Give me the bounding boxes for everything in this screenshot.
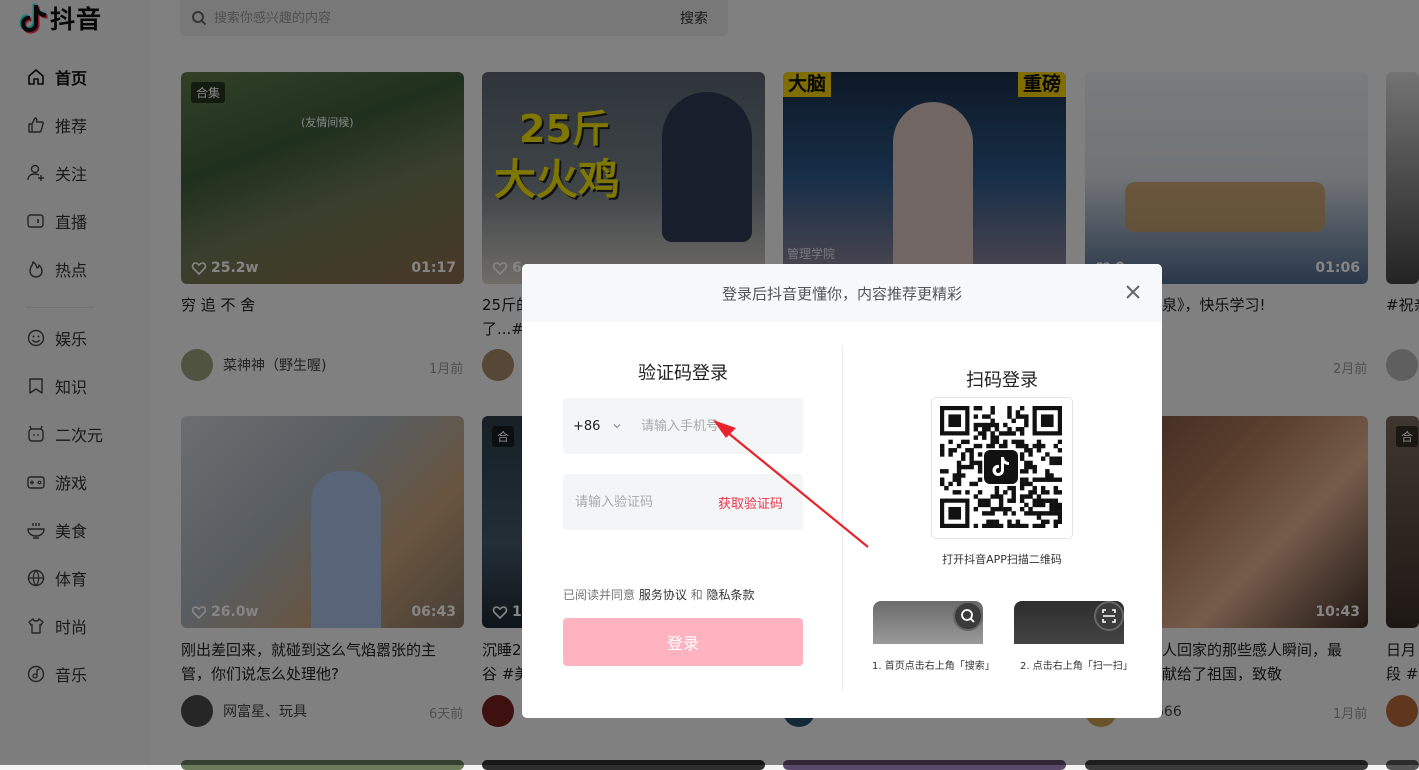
qr-caption: 打开抖音APP扫描二维码	[942, 553, 1062, 566]
modal-header-text: 登录后抖音更懂你，内容推荐更精彩	[721, 284, 962, 303]
qr-code[interactable]	[931, 397, 1073, 539]
login-button[interactable]: 登录	[563, 618, 803, 666]
scan-icon	[1094, 601, 1124, 631]
step2-caption: 2. 点击右上角「扫一扫」	[1020, 661, 1133, 672]
step2-phone-image	[1014, 601, 1124, 644]
get-code-button[interactable]: 获取验证码	[718, 493, 783, 512]
phone-field: +86	[563, 398, 803, 454]
login-modal: 登录后抖音更懂你，内容推荐更精彩 验证码登录 +86 获取验证码 已阅读并同意 …	[522, 264, 1162, 718]
step1-phone-image	[873, 601, 983, 644]
agreement-and: 和	[690, 588, 703, 602]
step1-caption: 1. 首页点击右上角「搜索」	[872, 661, 995, 672]
agreement-prefix: 已阅读并同意	[563, 588, 636, 602]
modal-divider	[842, 346, 843, 691]
country-code-select[interactable]: +86	[573, 419, 627, 434]
sms-login-title: 验证码登录	[638, 363, 728, 384]
privacy-link[interactable]: 隐私条款	[707, 588, 755, 602]
phone-input[interactable]	[639, 417, 793, 435]
modal-header: 登录后抖音更懂你，内容推荐更精彩	[522, 264, 1162, 322]
qr-login-title: 扫码登录	[966, 370, 1038, 391]
search-icon	[953, 601, 983, 631]
qr-code-image	[940, 406, 1062, 528]
verification-code-input[interactable]	[573, 493, 697, 511]
agreement-text: 已阅读并同意 服务协议 和 隐私条款	[563, 586, 755, 603]
code-field: 获取验证码	[563, 474, 803, 530]
service-agreement-link[interactable]: 服务协议	[639, 588, 687, 602]
close-icon[interactable]	[1122, 281, 1144, 303]
chevron-down-icon	[613, 424, 621, 429]
country-code-text: +86	[573, 418, 601, 434]
